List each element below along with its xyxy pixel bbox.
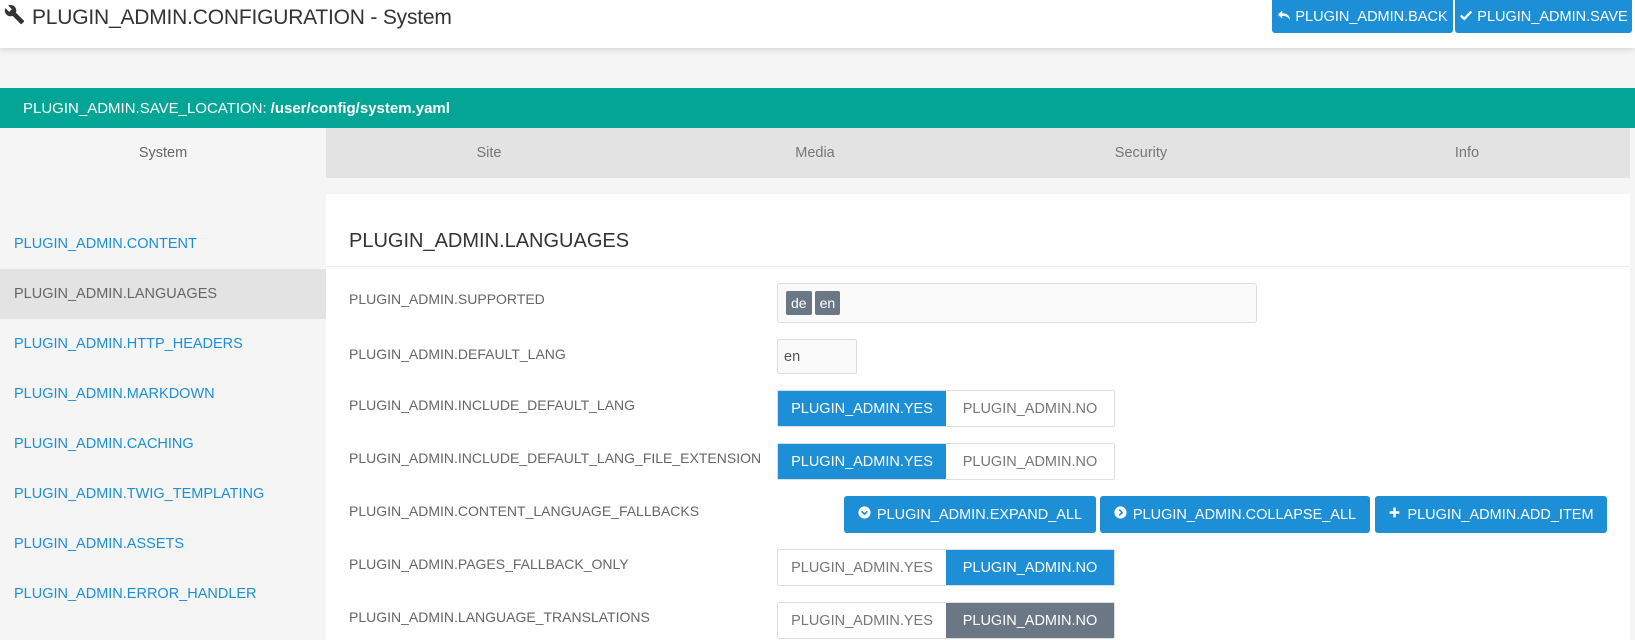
save-location-path: /user/config/system.yaml [270,99,450,117]
add-item-button[interactable]: PLUGIN_ADMIN.ADD_ITEM [1375,496,1607,533]
no-option[interactable]: PLUGIN_ADMIN.NO [946,603,1114,638]
content-language-fallbacks-label: PLUGIN_ADMIN.CONTENT_LANGUAGE_FALLBACKS [349,503,700,519]
collapse-all-label: PLUGIN_ADMIN.COLLAPSE_ALL [1132,506,1357,523]
tab-security[interactable]: Security [978,128,1304,178]
yes-option[interactable]: PLUGIN_ADMIN.YES [778,391,946,426]
save-button[interactable]: PLUGIN_ADMIN.SAVE [1455,0,1632,33]
include-default-lang-file-extension-toggle: PLUGIN_ADMIN.YES PLUGIN_ADMIN.NO [777,443,1115,480]
no-option[interactable]: PLUGIN_ADMIN.NO [946,444,1114,479]
supported-languages-input[interactable]: de en [777,283,1257,323]
expand-all-button[interactable]: PLUGIN_ADMIN.EXPAND_ALL [844,496,1096,533]
sidebar-item-caching[interactable]: PLUGIN_ADMIN.CACHING [0,419,326,469]
tab-info[interactable]: Info [1304,128,1630,178]
back-button-label: PLUGIN_ADMIN.BACK [1295,8,1448,25]
yes-option[interactable]: PLUGIN_ADMIN.YES [778,603,946,638]
sidebar-item-languages[interactable]: PLUGIN_ADMIN.LANGUAGES [0,269,326,319]
pages-fallback-only-label: PLUGIN_ADMIN.PAGES_FALLBACK_ONLY [349,556,629,572]
language-translations-label: PLUGIN_ADMIN.LANGUAGE_TRANSLATIONS [349,609,650,625]
language-translations-toggle: PLUGIN_ADMIN.YES PLUGIN_ADMIN.NO [777,602,1115,639]
chevron-circle-right-icon [1114,506,1127,523]
save-location-label: PLUGIN_ADMIN.SAVE_LOCATION: [23,99,267,117]
default-lang-label: PLUGIN_ADMIN.DEFAULT_LANG [349,346,566,362]
tab-site[interactable]: Site [326,128,652,178]
check-icon [1459,8,1473,26]
yes-option[interactable]: PLUGIN_ADMIN.YES [778,550,946,585]
sidebar-item-http-headers[interactable]: PLUGIN_ADMIN.HTTP_HEADERS [0,319,326,369]
section-title: PLUGIN_ADMIN.LANGUAGES [349,230,630,252]
plus-icon [1388,506,1401,523]
default-lang-input[interactable] [777,339,857,374]
pages-fallback-only-toggle: PLUGIN_ADMIN.YES PLUGIN_ADMIN.NO [777,549,1115,586]
sidebar-item-content[interactable]: PLUGIN_ADMIN.CONTENT [0,219,326,269]
collapse-all-button[interactable]: PLUGIN_ADMIN.COLLAPSE_ALL [1100,496,1370,533]
reply-icon [1277,8,1291,26]
page-title-text: PLUGIN_ADMIN.CONFIGURATION - System [32,5,452,29]
sidebar-item-error-handler[interactable]: PLUGIN_ADMIN.ERROR_HANDLER [0,569,326,619]
sidebar-item-markdown[interactable]: PLUGIN_ADMIN.MARKDOWN [0,369,326,419]
section-divider [326,266,1630,267]
supported-label: PLUGIN_ADMIN.SUPPORTED [349,291,545,307]
config-tabs: System Site Media Security Info [0,128,1630,178]
save-location-bar: PLUGIN_ADMIN.SAVE_LOCATION: /user/config… [0,88,1635,128]
include-default-lang-file-extension-label: PLUGIN_ADMIN.INCLUDE_DEFAULT_LANG_FILE_E… [349,450,762,466]
include-default-lang-toggle: PLUGIN_ADMIN.YES PLUGIN_ADMIN.NO [777,390,1115,427]
tab-system[interactable]: System [0,128,326,178]
tab-media[interactable]: Media [652,128,978,178]
chevron-circle-down-icon [858,506,871,523]
no-option[interactable]: PLUGIN_ADMIN.NO [946,391,1114,426]
sidebar-item-assets[interactable]: PLUGIN_ADMIN.ASSETS [0,519,326,569]
sidebar-item-twig-templating[interactable]: PLUGIN_ADMIN.TWIG_TEMPLATING [0,469,326,519]
yes-option[interactable]: PLUGIN_ADMIN.YES [778,444,946,479]
language-chip[interactable]: de [786,291,812,315]
add-item-label: PLUGIN_ADMIN.ADD_ITEM [1407,506,1594,523]
no-option[interactable]: PLUGIN_ADMIN.NO [946,550,1114,585]
wrench-icon [4,4,25,31]
expand-all-label: PLUGIN_ADMIN.EXPAND_ALL [876,506,1083,523]
back-button[interactable]: PLUGIN_ADMIN.BACK [1272,0,1453,33]
language-chip[interactable]: en [814,291,841,315]
save-button-label: PLUGIN_ADMIN.SAVE [1477,8,1628,25]
include-default-lang-label: PLUGIN_ADMIN.INCLUDE_DEFAULT_LANG [349,397,636,413]
page-title: PLUGIN_ADMIN.CONFIGURATION - System [4,4,452,31]
